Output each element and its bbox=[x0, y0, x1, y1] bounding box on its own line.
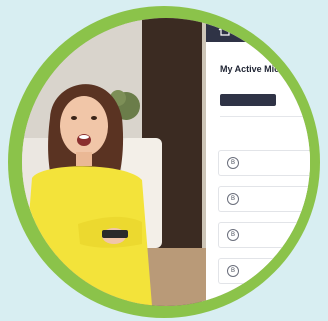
page-title: My Active Microbes bbox=[220, 64, 304, 74]
bacteria-icon: B bbox=[227, 157, 239, 169]
bacteria-icon: B bbox=[227, 229, 239, 241]
app-panel: My Active Microbes B B B B bbox=[206, 18, 310, 306]
microbe-card[interactable]: B bbox=[218, 150, 310, 176]
filter-button[interactable] bbox=[220, 94, 276, 106]
divider bbox=[220, 116, 310, 117]
app-header-bar bbox=[206, 18, 310, 42]
bacteria-icon: B bbox=[227, 265, 239, 277]
circular-frame: My Active Microbes B B B B bbox=[22, 18, 310, 306]
bacteria-icon: B bbox=[227, 193, 239, 205]
microbe-card[interactable]: B bbox=[218, 258, 310, 284]
microbe-card[interactable]: B bbox=[218, 222, 310, 248]
microbe-card[interactable]: B bbox=[218, 186, 310, 212]
home-icon[interactable] bbox=[218, 24, 232, 36]
promo-graphic: My Active Microbes B B B B bbox=[0, 0, 328, 321]
